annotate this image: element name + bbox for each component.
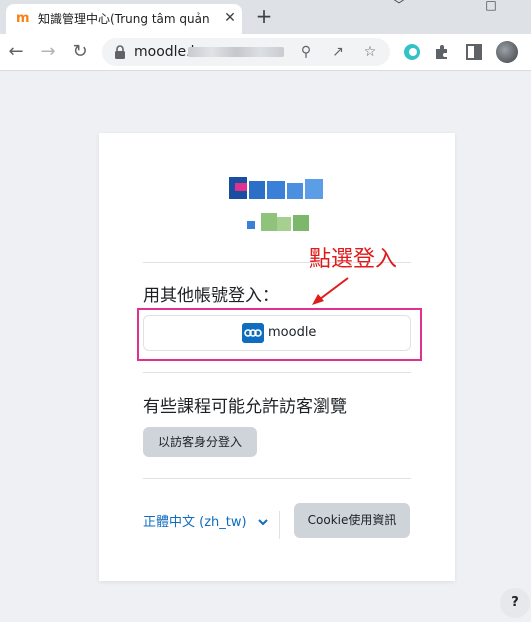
minimize-button[interactable]: ﹀ <box>384 0 414 12</box>
annotation-highlight-box <box>137 308 422 361</box>
help-button[interactable]: ? <box>500 588 530 618</box>
moodle-favicon-icon: m <box>16 11 30 26</box>
share-icon[interactable]: ↗ <box>328 42 348 62</box>
annotation-arrow-icon <box>312 277 349 305</box>
vertical-separator <box>279 511 280 539</box>
address-bar[interactable]: moodle.h ⚲ ↗ ☆ <box>102 38 390 66</box>
chevron-down-icon[interactable] <box>257 514 269 530</box>
lock-icon[interactable] <box>114 45 126 59</box>
zoom-icon[interactable]: ⚲ <box>296 42 316 62</box>
annotation-label: 點選登入 <box>309 247 398 272</box>
star-icon[interactable]: ☆ <box>360 42 380 62</box>
guest-login-button[interactable]: 以訪客身分登入 <box>143 427 257 457</box>
other-accounts-heading: 用其他帳號登入： <box>143 286 279 306</box>
divider <box>143 478 411 479</box>
puzzle-icon[interactable] <box>432 42 452 62</box>
cookie-notice-button[interactable]: Cookie使用資訊 <box>294 503 410 538</box>
login-card: 用其他帳號登入： moodle 有些課程可能允許訪客瀏覽 以訪客身分登入 正體中… <box>99 133 455 581</box>
browser-toolbar: ← → ↻ moodle.h ⚲ ↗ ☆ <box>0 34 531 71</box>
new-tab-button[interactable]: + <box>254 6 274 26</box>
divider <box>143 372 411 373</box>
reload-icon[interactable]: ↻ <box>68 40 92 64</box>
url-redacted <box>188 47 284 57</box>
browser-tab[interactable]: m 知識管理中心(Trung tâm quản lý ✕ <box>6 4 242 34</box>
forward-icon[interactable]: → <box>36 40 60 64</box>
tab-strip: m 知識管理中心(Trung tâm quản lý ✕ + ﹀ □ <box>0 0 531 34</box>
guest-access-heading: 有些課程可能允許訪客瀏覽 <box>143 397 347 417</box>
language-selector[interactable]: 正體中文 ‎(zh_tw)‎ <box>143 512 273 534</box>
profile-avatar[interactable] <box>496 41 518 63</box>
edge-extension-icon[interactable] <box>402 42 422 62</box>
tab-close-icon[interactable]: ✕ <box>222 10 238 26</box>
sidepanel-icon[interactable] <box>464 42 484 62</box>
back-icon[interactable]: ← <box>4 40 28 64</box>
site-logo <box>229 177 323 231</box>
maximize-button[interactable]: □ <box>476 0 506 12</box>
tab-title: 知識管理中心(Trung tâm quản lý <box>38 12 214 26</box>
